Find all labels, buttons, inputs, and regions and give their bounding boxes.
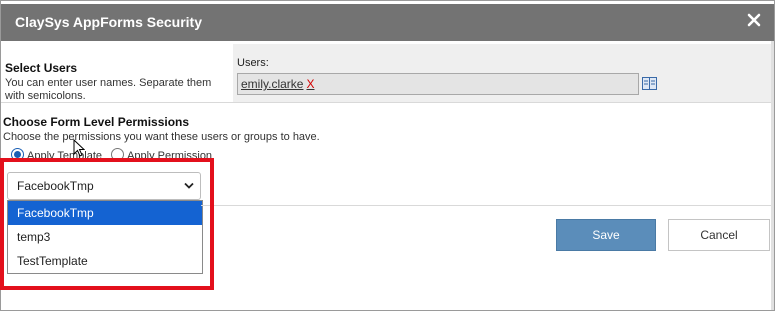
users-panel: Users: emily.clarke X <box>233 44 774 102</box>
user-token: emily.clarke X <box>241 77 314 91</box>
select-users-row: Select Users You can enter user names. S… <box>1 44 774 103</box>
users-label: Users: <box>237 57 269 69</box>
mouse-cursor-icon <box>73 139 85 157</box>
save-button[interactable]: Save <box>556 219 656 251</box>
permissions-heading: Choose Form Level Permissions <box>3 115 190 129</box>
select-users-heading: Select Users <box>5 61 78 75</box>
annotation-highlight-box <box>0 158 214 290</box>
remove-user-button[interactable]: X <box>306 77 314 91</box>
scrollbar-track[interactable] <box>771 41 774 310</box>
address-book-icon[interactable] <box>642 77 657 90</box>
permissions-section: Choose Form Level Permissions Choose the… <box>3 115 603 162</box>
users-input[interactable]: emily.clarke X <box>237 73 639 95</box>
select-users-label: Select Users You can enter user names. S… <box>5 61 233 103</box>
cancel-button[interactable]: Cancel <box>668 219 770 251</box>
close-icon[interactable] <box>746 12 762 28</box>
user-token-name: emily.clarke <box>241 77 304 91</box>
dialog-title: ClaySys AppForms Security <box>15 14 202 30</box>
section-divider <box>201 205 774 206</box>
dialog-titlebar: ClaySys AppForms Security <box>1 4 774 41</box>
permissions-description: Choose the permissions you want these us… <box>3 131 320 143</box>
select-users-description: You can enter user names. Separate them … <box>5 77 212 102</box>
